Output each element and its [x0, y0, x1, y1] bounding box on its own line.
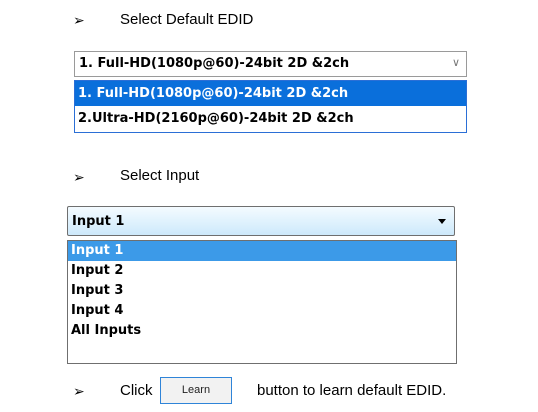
- input-select[interactable]: Input 1: [67, 206, 455, 236]
- input-option[interactable]: Input 2: [68, 261, 456, 281]
- edid-select[interactable]: 1. Full-HD(1080p@60)-24bit 2D &2ch ∨: [74, 51, 467, 77]
- input-selected-value: Input 1: [72, 214, 125, 229]
- input-option[interactable]: Input 4: [68, 301, 456, 321]
- dropdown-arrow-icon[interactable]: [438, 219, 446, 224]
- edid-option[interactable]: 1. Full-HD(1080p@60)-24bit 2D &2ch: [75, 81, 466, 106]
- bullet-icon: ➢: [73, 383, 85, 399]
- bullet-icon: ➢: [73, 169, 85, 185]
- bullet-icon: ➢: [73, 12, 85, 28]
- input-option[interactable]: All Inputs: [68, 321, 456, 341]
- step-select-edid-text: Select Default EDID: [120, 11, 254, 28]
- edid-option[interactable]: 2.Ultra-HD(2160p@60)-24bit 2D &2ch: [75, 106, 466, 131]
- step-click-suffix-text: button to learn default EDID.: [257, 382, 447, 399]
- step-select-input-text: Select Input: [120, 167, 200, 184]
- edid-dropdown-list: 1. Full-HD(1080p@60)-24bit 2D &2ch 2.Ult…: [74, 80, 467, 133]
- chevron-down-icon[interactable]: ∨: [452, 56, 460, 69]
- input-option[interactable]: Input 3: [68, 281, 456, 301]
- input-dropdown-list: Input 1 Input 2 Input 3 Input 4 All Inpu…: [67, 240, 457, 364]
- edid-selected-value: 1. Full-HD(1080p@60)-24bit 2D &2ch: [79, 56, 350, 71]
- step-click-text: Click: [120, 382, 153, 399]
- input-option[interactable]: Input 1: [68, 241, 456, 261]
- learn-button[interactable]: Learn: [160, 377, 232, 404]
